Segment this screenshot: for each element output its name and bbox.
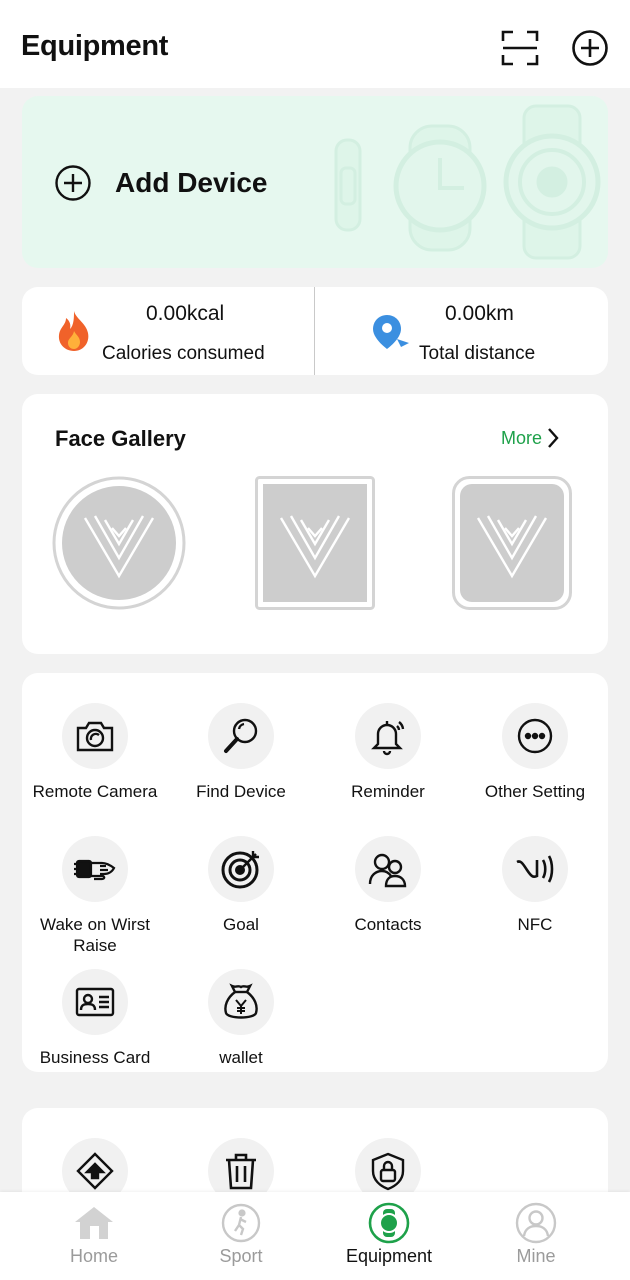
magnifier-icon <box>224 718 258 753</box>
add-device-label: Add Device <box>115 167 268 198</box>
chevron-right-icon <box>548 428 559 448</box>
function-label: wallet <box>219 1048 263 1067</box>
contacts-icon <box>368 853 407 888</box>
tab-mine[interactable]: Mine <box>476 1202 596 1267</box>
face-gallery-title: Face Gallery <box>55 426 186 451</box>
tab-label: Mine <box>516 1246 556 1266</box>
nfc-icon <box>516 855 554 883</box>
wrist-raise-icon <box>74 859 116 881</box>
function-find-device[interactable]: Find Device <box>168 703 314 802</box>
id-card-icon <box>75 987 115 1017</box>
watch-face-rounded-square[interactable] <box>452 476 572 610</box>
stats-divider <box>314 287 315 375</box>
scan-icon <box>501 30 539 66</box>
function-label: Wake on Wirst Raise <box>40 915 150 955</box>
face-gallery-more-link[interactable]: More <box>501 427 560 449</box>
function-wallet[interactable]: wallet <box>168 969 314 1068</box>
watch-face-square[interactable] <box>255 476 375 610</box>
function-reminder[interactable]: Reminder <box>315 703 461 802</box>
function-label: Reminder <box>351 782 425 801</box>
sport-icon <box>221 1203 261 1243</box>
watch-face-logo-icon <box>255 476 375 610</box>
function-other-setting[interactable]: Other Setting <box>462 703 608 802</box>
tab-equipment[interactable]: Equipment <box>329 1202 449 1267</box>
tab-label: Equipment <box>345 1246 433 1266</box>
face-gallery-card: Face Gallery More <box>22 394 608 654</box>
function-label: Business Card <box>39 1048 151 1067</box>
watches-illustration <box>334 104 601 260</box>
tab-home[interactable]: Home <box>34 1202 154 1267</box>
trash-icon <box>226 1153 256 1190</box>
function-label: Find Device <box>196 782 286 801</box>
function-remote-camera[interactable]: Remote Camera <box>22 703 168 802</box>
tab-label: Home <box>69 1246 118 1266</box>
firmware-upgrade-icon <box>76 1152 114 1190</box>
add-device-card[interactable]: Add Device <box>22 96 608 268</box>
device-functions-card: Remote Camera Find Device Reminder Other… <box>22 673 608 1072</box>
bell-icon <box>371 721 405 756</box>
function-contacts[interactable]: Contacts <box>315 836 461 935</box>
plus-circle-icon <box>572 30 608 66</box>
watch-face-logo-icon <box>52 476 186 610</box>
function-goal[interactable]: Goal <box>168 836 314 935</box>
function-label: Goal <box>223 915 259 934</box>
user-icon <box>515 1202 557 1244</box>
plus-circle-icon <box>55 165 91 201</box>
distance-label: Total distance <box>419 343 536 364</box>
more-dots-icon <box>517 718 553 754</box>
watch-face-round[interactable] <box>52 476 186 610</box>
tab-label: Sport <box>219 1246 263 1266</box>
add-device-header-button[interactable] <box>570 28 610 68</box>
function-label: Remote Camera <box>32 782 158 801</box>
watch-icon <box>368 1202 410 1244</box>
calories-value: 0.00kcal <box>146 302 225 325</box>
target-icon <box>221 851 259 889</box>
scan-button[interactable] <box>500 28 540 68</box>
more-label: More <box>501 427 543 448</box>
flame-icon <box>58 311 89 351</box>
distance-value: 0.00km <box>445 302 514 325</box>
bottom-tab-bar: Home Sport Equipment Mine <box>0 1192 630 1280</box>
activity-stats-card: 0.00kcal Calories consumed 0.00km Total … <box>22 287 608 375</box>
tab-sport[interactable]: Sport <box>181 1202 301 1267</box>
function-label: Other Setting <box>484 782 586 801</box>
home-icon <box>75 1207 113 1239</box>
calories-label: Calories consumed <box>102 343 265 364</box>
wallet-icon <box>224 983 258 1019</box>
lock-shield-icon <box>371 1152 405 1191</box>
location-pin-icon <box>373 315 409 349</box>
watch-face-logo-icon <box>452 476 572 610</box>
function-business-card[interactable]: Business Card <box>22 969 168 1068</box>
function-wake-on-wrist-raise[interactable]: Wake on Wirst Raise <box>22 836 168 956</box>
camera-icon <box>76 721 114 752</box>
page-title: Equipment <box>21 30 169 62</box>
function-nfc[interactable]: NFC <box>462 836 608 935</box>
function-label: Contacts <box>354 915 422 934</box>
function-label: NFC <box>517 915 553 934</box>
top-bar: Equipment <box>0 0 630 88</box>
